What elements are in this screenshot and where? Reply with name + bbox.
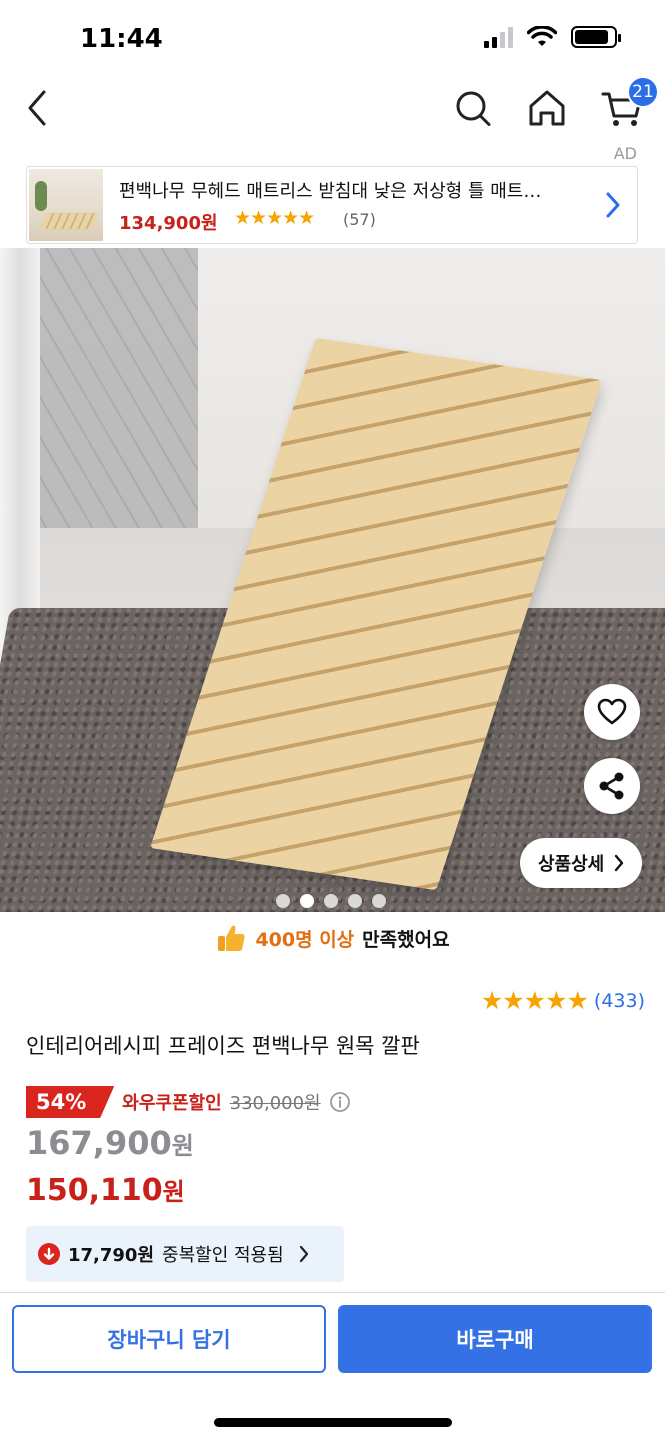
ad-thumbnail — [29, 169, 103, 241]
duplicate-discount-box[interactable]: 17,790원 중복할인 적용됨 — [26, 1226, 344, 1282]
status-bar: 11:44 — [0, 0, 665, 80]
arrow-down-icon — [38, 1243, 60, 1265]
pagination-dot[interactable] — [276, 894, 290, 908]
product-detail-label: 상품상세 — [538, 854, 605, 875]
duplicate-discount-amount: 17,790원 — [68, 1245, 155, 1266]
satisfaction-banner: 400명 이상 만족했어요 — [0, 918, 665, 958]
product-rating[interactable]: ★★★★★ (433) — [481, 986, 645, 1015]
product-image-gallery[interactable] — [0, 248, 665, 912]
ad-label: AD — [613, 144, 637, 163]
final-price-unit: 원 — [162, 1178, 185, 1206]
chevron-right-icon — [299, 1245, 308, 1263]
pagination-dot[interactable] — [324, 894, 338, 908]
battery-icon — [571, 26, 621, 48]
back-arrow-icon[interactable] — [22, 86, 62, 130]
ad-review-count: (57) — [343, 210, 376, 229]
discount-percent-badge: 54% — [26, 1086, 115, 1118]
final-price-number: 150,110 — [26, 1173, 163, 1208]
gallery-pagination — [276, 894, 386, 908]
product-title: 인테리어레시피 프레이즈 편백나무 원목 깔판 — [26, 1034, 420, 1058]
buy-now-button[interactable]: 바로구매 — [338, 1305, 652, 1373]
rating-stars: ★★★★★ — [480, 986, 589, 1015]
status-icons — [484, 26, 621, 48]
pagination-dot-active[interactable] — [300, 894, 314, 908]
thumbs-up-icon — [218, 925, 246, 951]
ad-banner[interactable]: 편백나무 무헤드 매트리스 받침대 낮은 저상형 틀 매트… 134,900원 … — [26, 166, 638, 244]
review-count-link[interactable]: (433) — [594, 990, 645, 1012]
share-icon — [599, 772, 624, 800]
duplicate-discount-text: 중복할인 적용됨 — [162, 1245, 284, 1266]
home-icon[interactable] — [526, 86, 568, 130]
bottom-divider — [0, 1292, 665, 1293]
ad-title: 편백나무 무헤드 매트리스 받침대 낮은 저상형 틀 매트… — [119, 181, 542, 202]
ad-rating-stars: ★★★★★ — [234, 207, 315, 229]
share-button[interactable] — [584, 758, 640, 814]
original-price: 330,000원 — [229, 1093, 321, 1114]
final-price: 150,110원 — [26, 1172, 185, 1208]
discount-row: 54% 와우쿠폰할인 330,000원 — [26, 1086, 351, 1118]
sale-price-unit: 원 — [171, 1132, 194, 1160]
info-icon[interactable] — [329, 1091, 351, 1113]
sale-price: 167,900원 — [26, 1124, 194, 1162]
product-detail-button[interactable]: 상품상세 — [520, 838, 643, 888]
cart-count-badge: 21 — [627, 76, 659, 108]
pagination-dot[interactable] — [372, 894, 386, 908]
ad-price: 134,900원 — [119, 213, 218, 234]
satisfaction-text: 만족했어요 — [362, 928, 450, 951]
status-time: 11:44 — [80, 24, 163, 54]
wifi-icon — [527, 26, 557, 46]
satisfaction-count: 400명 이상 — [255, 928, 355, 951]
add-to-cart-button[interactable]: 장바구니 담기 — [12, 1305, 326, 1373]
chevron-right-icon — [606, 192, 620, 218]
home-indicator — [214, 1418, 452, 1427]
top-nav — [0, 80, 665, 140]
chevron-right-icon — [615, 854, 624, 872]
pagination-dot[interactable] — [348, 894, 362, 908]
sale-price-number: 167,900 — [26, 1124, 172, 1162]
search-icon[interactable] — [452, 86, 494, 130]
wishlist-button[interactable] — [584, 684, 640, 740]
coupon-discount-label: 와우쿠폰할인 — [122, 1093, 222, 1114]
heart-icon — [597, 698, 627, 725]
cellular-signal-icon — [484, 26, 513, 48]
